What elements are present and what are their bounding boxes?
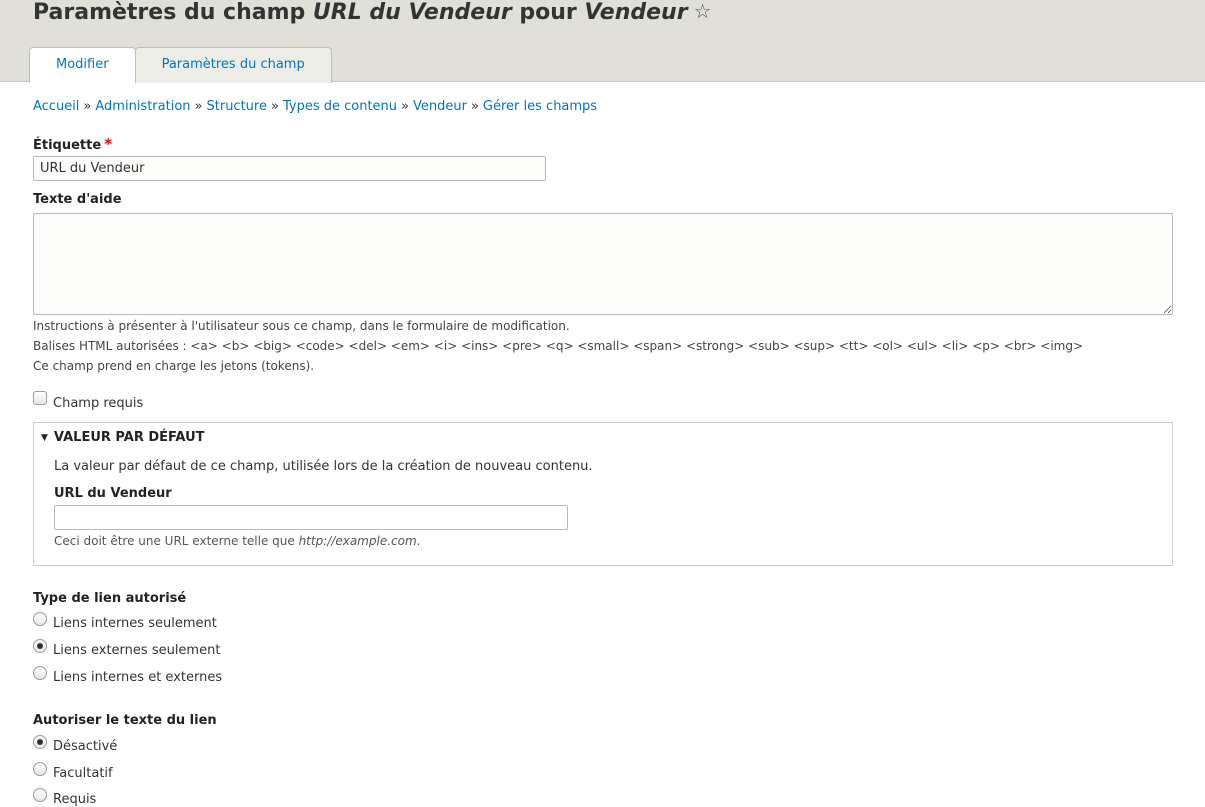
- breadcrumb: Accueil» Administration» Structure» Types d…: [33, 99, 597, 114]
- breadcrumb-gerer-les-champs[interactable]: Gérer les champs: [483, 99, 597, 114]
- texte-aide-textarea[interactable]: [33, 213, 1173, 315]
- champ-requis-label[interactable]: Champ requis: [53, 396, 143, 411]
- link-text-label: Autoriser le texte du lien: [33, 713, 217, 728]
- default-url-input[interactable]: [54, 505, 568, 530]
- breadcrumb-separator: »: [270, 99, 279, 114]
- radio-label-liens-internes-externes[interactable]: Liens internes et externes: [53, 670, 222, 685]
- default-value-fieldset: ▼ VALEUR PAR DÉFAUT La valeur par défaut …: [33, 422, 1173, 566]
- radio-label-requis[interactable]: Requis: [53, 792, 96, 807]
- breadcrumb-vendeur[interactable]: Vendeur: [413, 99, 467, 114]
- page-header: Paramètres du champ URL du Vendeur pour …: [0, 0, 1205, 83]
- collapse-triangle-icon[interactable]: ▼: [41, 433, 48, 443]
- breadcrumb-separator: »: [470, 99, 479, 114]
- default-value-legend-text[interactable]: VALEUR PAR DÉFAUT: [54, 430, 205, 445]
- link-type-label: Type de lien autorisé: [33, 591, 187, 606]
- radio-row-liens-internes-externes[interactable]: Liens internes et externes: [33, 666, 222, 685]
- champ-requis-checkbox[interactable]: [33, 390, 47, 405]
- allowed-html-tags-description: Balises HTML autorisées : <a> <b> <big> …: [33, 339, 1084, 353]
- hint-suffix: .: [416, 534, 421, 548]
- radio-row-requis[interactable]: Requis: [33, 788, 96, 807]
- radio-requis[interactable]: [33, 788, 47, 802]
- default-url-label: URL du Vendeur: [54, 486, 172, 501]
- tokens-description: Ce champ prend en charge les jetons (tok…: [33, 359, 315, 373]
- texte-aide-label: Texte d'aide: [33, 192, 122, 207]
- breadcrumb-separator: »: [83, 99, 92, 114]
- title-content-type: Vendeur: [584, 0, 688, 25]
- default-value-legend[interactable]: ▼ VALEUR PAR DÉFAUT: [41, 430, 205, 445]
- radio-liens-internes[interactable]: [33, 612, 47, 626]
- radio-row-desactive[interactable]: Désactivé: [33, 735, 117, 754]
- etiquette-input[interactable]: [33, 156, 546, 181]
- radio-label-desactive[interactable]: Désactivé: [53, 739, 117, 754]
- breadcrumb-structure[interactable]: Structure: [207, 99, 267, 114]
- radio-label-liens-externes[interactable]: Liens externes seulement: [53, 643, 220, 658]
- etiquette-label-text: Étiquette: [33, 138, 102, 153]
- tab-parametres-du-champ[interactable]: Paramètres du champ: [134, 47, 332, 83]
- radio-label-liens-internes[interactable]: Liens internes seulement: [53, 616, 217, 631]
- radio-liens-externes[interactable]: [33, 639, 47, 653]
- title-field-name: URL du Vendeur: [312, 0, 512, 25]
- star-outline-icon[interactable]: ☆: [694, 0, 712, 26]
- breadcrumb-administration[interactable]: Administration: [95, 99, 190, 114]
- champ-requis-row[interactable]: Champ requis: [33, 388, 143, 411]
- default-value-description: La valeur par défaut de ce champ, utilis…: [54, 459, 593, 474]
- radio-liens-internes-externes[interactable]: [33, 666, 47, 680]
- title-prefix: Paramètres du champ: [33, 0, 313, 25]
- hint-example: http://example.com: [298, 534, 417, 548]
- radio-row-facultatif[interactable]: Facultatif: [33, 762, 113, 781]
- hint-prefix: Ceci doit être une URL externe telle que: [54, 534, 299, 548]
- default-url-hint: Ceci doit être une URL externe telle que…: [54, 534, 420, 548]
- radio-desactive[interactable]: [33, 735, 47, 749]
- radio-row-liens-internes[interactable]: Liens internes seulement: [33, 612, 217, 631]
- tab-modifier[interactable]: Modifier: [29, 47, 136, 83]
- primary-tabs: Modifier Paramètres du champ: [29, 47, 332, 83]
- breadcrumb-separator: »: [194, 99, 203, 114]
- etiquette-label: Étiquette *: [33, 135, 112, 153]
- breadcrumb-accueil[interactable]: Accueil: [33, 99, 79, 114]
- title-mid: pour: [511, 0, 585, 25]
- breadcrumb-separator: »: [401, 99, 409, 114]
- required-marker: *: [104, 135, 113, 153]
- radio-facultatif[interactable]: [33, 762, 47, 776]
- page-title: Paramètres du champ URL du Vendeur pour …: [33, 0, 712, 28]
- radio-row-liens-externes[interactable]: Liens externes seulement: [33, 639, 220, 658]
- texte-aide-description: Instructions à présenter à l'utilisateur…: [33, 319, 570, 333]
- breadcrumb-types-de-contenu[interactable]: Types de contenu: [283, 99, 397, 114]
- radio-label-facultatif[interactable]: Facultatif: [53, 766, 113, 781]
